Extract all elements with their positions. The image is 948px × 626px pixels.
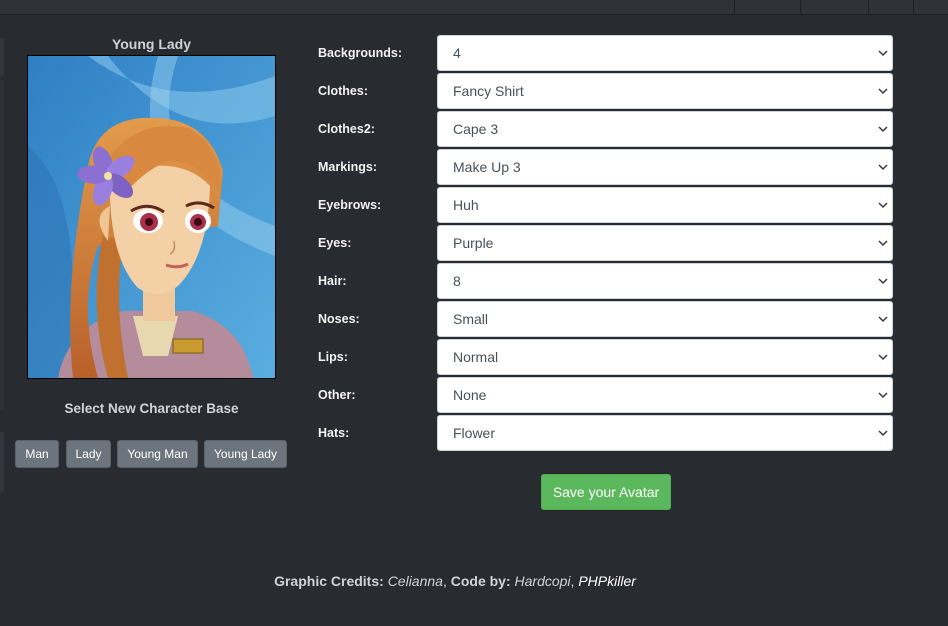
hair-label: Hair: (318, 274, 347, 288)
clothes-label: Clothes: (318, 84, 368, 98)
eyes-label: Eyes: (318, 236, 352, 250)
chevron-down-icon (878, 126, 888, 133)
backgrounds-value: 4 (453, 45, 461, 61)
eyebrows-label: Eyebrows: (318, 198, 382, 212)
noses-label: Noses: (318, 312, 360, 326)
lips-select[interactable]: Normal (437, 339, 893, 375)
chevron-down-icon (878, 278, 888, 285)
credits: Graphic Credits: Celianna, Code by: Hard… (274, 573, 636, 589)
left-panel-edge (0, 432, 4, 492)
top-bar (0, 0, 948, 15)
other-label: Other: (318, 388, 356, 402)
clothes2-value: Cape 3 (453, 121, 499, 137)
backgrounds-select[interactable]: 4 (437, 35, 893, 71)
other-select[interactable]: None (437, 377, 893, 413)
top-bar-divider (913, 0, 914, 14)
eyebrows-select[interactable]: Huh (437, 187, 893, 223)
chevron-down-icon (878, 240, 888, 247)
graphic-credits-name: Celianna (387, 573, 443, 589)
top-bar-divider (800, 0, 801, 14)
base-young-lady-button[interactable]: Young Lady (204, 440, 287, 468)
hats-value: Flower (453, 425, 496, 441)
backgrounds-label: Backgrounds: (318, 46, 403, 60)
graphic-credits-label: Graphic Credits: (274, 573, 384, 589)
chevron-down-icon (878, 50, 888, 57)
markings-label: Markings: (318, 160, 378, 174)
left-panel-edge (0, 80, 4, 410)
code-by-link[interactable]: PHPkiller (578, 573, 636, 589)
lips-label: Lips: (318, 350, 348, 364)
markings-value: Make Up 3 (453, 159, 521, 175)
clothes-value: Fancy Shirt (453, 83, 524, 99)
select-base-label: Select New Character Base (64, 401, 239, 416)
other-value: None (453, 387, 487, 403)
save-avatar-button[interactable]: Save your Avatar (541, 474, 671, 510)
chevron-down-icon (878, 392, 888, 399)
hats-label: Hats: (318, 426, 350, 440)
base-young-man-button[interactable]: Young Man (117, 440, 198, 468)
chevron-down-icon (878, 316, 888, 323)
eyes-select[interactable]: Purple (437, 225, 893, 261)
base-man-button[interactable]: Man (15, 440, 59, 468)
lips-value: Normal (453, 349, 499, 365)
code-by-name: Hardcopi (514, 573, 571, 589)
avatar-image (28, 56, 275, 378)
clothes-select[interactable]: Fancy Shirt (437, 73, 893, 109)
top-bar-divider (868, 0, 869, 14)
chevron-down-icon (878, 354, 888, 361)
noses-select[interactable]: Small (437, 301, 893, 337)
chevron-down-icon (878, 202, 888, 209)
code-by-label: Code by: (450, 573, 511, 589)
chevron-down-icon (878, 430, 888, 437)
hats-select[interactable]: Flower (437, 415, 893, 451)
noses-value: Small (453, 311, 489, 327)
chevron-down-icon (878, 164, 888, 171)
top-bar-divider (734, 0, 735, 14)
hair-select[interactable]: 8 (437, 263, 893, 299)
hair-value: 8 (453, 273, 461, 289)
avatar-preview (27, 55, 276, 379)
clothes2-label: Clothes2: (318, 122, 375, 136)
base-lady-button[interactable]: Lady (66, 440, 111, 468)
character-title: Young Lady (111, 36, 192, 52)
chevron-down-icon (878, 88, 888, 95)
eyebrows-value: Huh (453, 197, 479, 213)
markings-select[interactable]: Make Up 3 (437, 149, 893, 185)
left-panel-edge (0, 38, 4, 76)
eyes-value: Purple (453, 235, 494, 251)
clothes2-select[interactable]: Cape 3 (437, 111, 893, 147)
